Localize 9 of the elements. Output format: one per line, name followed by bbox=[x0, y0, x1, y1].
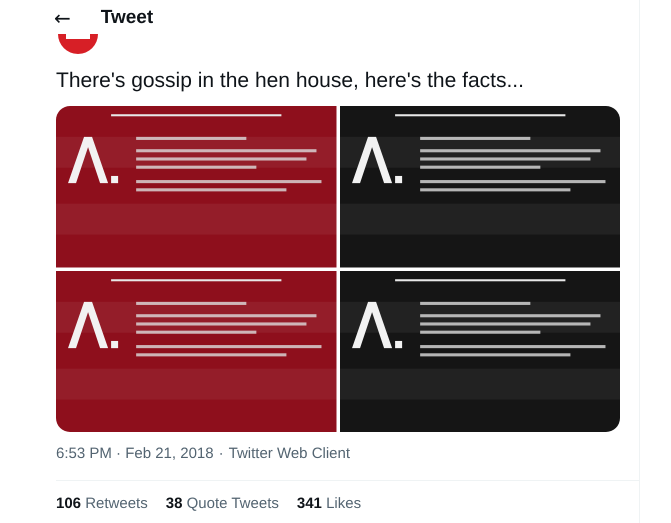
page-title: Tweet bbox=[100, 7, 154, 29]
stat-link[interactable]: 38 Quote Tweets bbox=[166, 495, 279, 512]
timestamp: 6:53 PM · Feb 21, 2018 bbox=[56, 444, 214, 462]
back-button[interactable]: ← bbox=[54, 6, 71, 30]
stat-link[interactable]: 106 Retweets bbox=[56, 495, 148, 512]
source-link[interactable]: Twitter Web Client bbox=[228, 444, 350, 462]
separator-dot: · bbox=[218, 444, 224, 462]
stat-link[interactable]: 341 Likes bbox=[296, 495, 362, 512]
tweet-text: There's gossip in the hen house, here's the facts... bbox=[56, 68, 525, 94]
